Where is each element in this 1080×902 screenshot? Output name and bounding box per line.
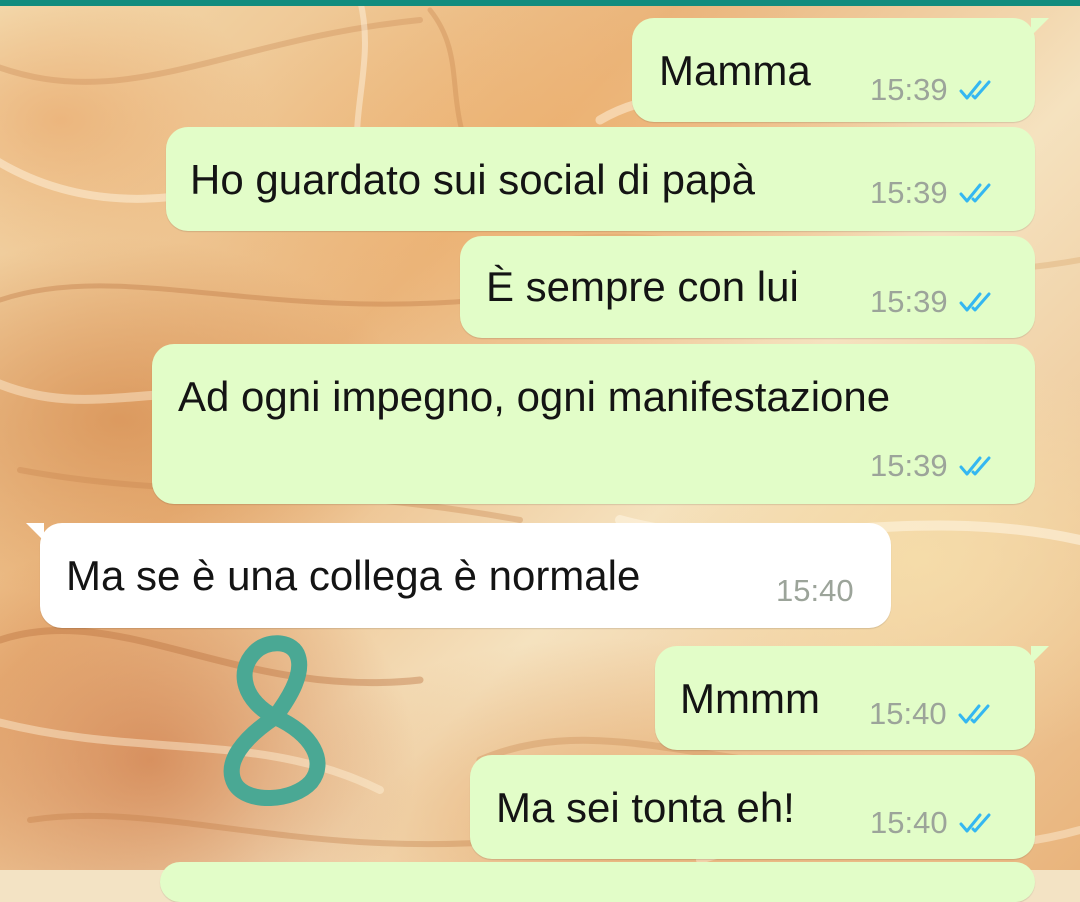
double-check-read-icon (959, 292, 991, 311)
message-time: 15:39 (870, 284, 948, 319)
outgoing-message[interactable]: È sempre con lui 15:39 (460, 236, 1035, 338)
message-time: 15:39 (870, 175, 948, 210)
message-text: Mmmm (680, 675, 820, 722)
double-check-read-icon (959, 80, 991, 99)
double-check-read-icon (959, 456, 991, 475)
message-time: 15:40 (870, 805, 948, 840)
message-meta: 15:39 (870, 450, 1002, 481)
message-text: È sempre con lui (486, 263, 799, 310)
double-check-read-icon (959, 183, 991, 202)
double-check-read-icon (959, 813, 991, 832)
message-meta: 15:40 (869, 698, 1001, 729)
outgoing-message[interactable]: Ho guardato sui social di papà 15:39 (166, 127, 1035, 231)
message-text: Ho guardato sui social di papà (190, 156, 756, 203)
message-text: Ma sei tonta eh! (496, 784, 795, 831)
message-text: Ad ogni impegno, ogni manifestazione (178, 373, 891, 420)
hand-drawn-eight-doodle-icon (223, 635, 326, 806)
outgoing-message[interactable]: Ad ogni impegno, ogni manifestazione 15:… (152, 344, 1035, 504)
message-meta: 15:39 (870, 74, 1002, 105)
message-meta: 15:39 (870, 286, 1002, 317)
outgoing-message[interactable]: Ma sei tonta eh! 15:40 (470, 755, 1035, 859)
outgoing-message[interactable]: Mamma 15:39 (632, 18, 1049, 122)
message-text: Mamma (659, 47, 811, 94)
message-meta: 15:40 (776, 575, 854, 606)
message-meta: 15:40 (870, 807, 1002, 838)
double-check-read-icon (958, 704, 990, 723)
outgoing-message[interactable]: Mmmm 15:40 (655, 646, 1049, 750)
outgoing-message-partial[interactable] (160, 862, 1035, 902)
message-text: Ma se è una collega è normale (66, 552, 641, 599)
message-time: 15:40 (869, 696, 947, 731)
incoming-message[interactable]: Ma se è una collega è normale 15:40 (26, 523, 891, 628)
message-time: 15:39 (870, 72, 948, 107)
app-header-bar (0, 0, 1080, 6)
message-time: 15:39 (870, 448, 948, 483)
message-time: 15:40 (776, 573, 854, 608)
message-meta: 15:39 (870, 177, 1002, 208)
